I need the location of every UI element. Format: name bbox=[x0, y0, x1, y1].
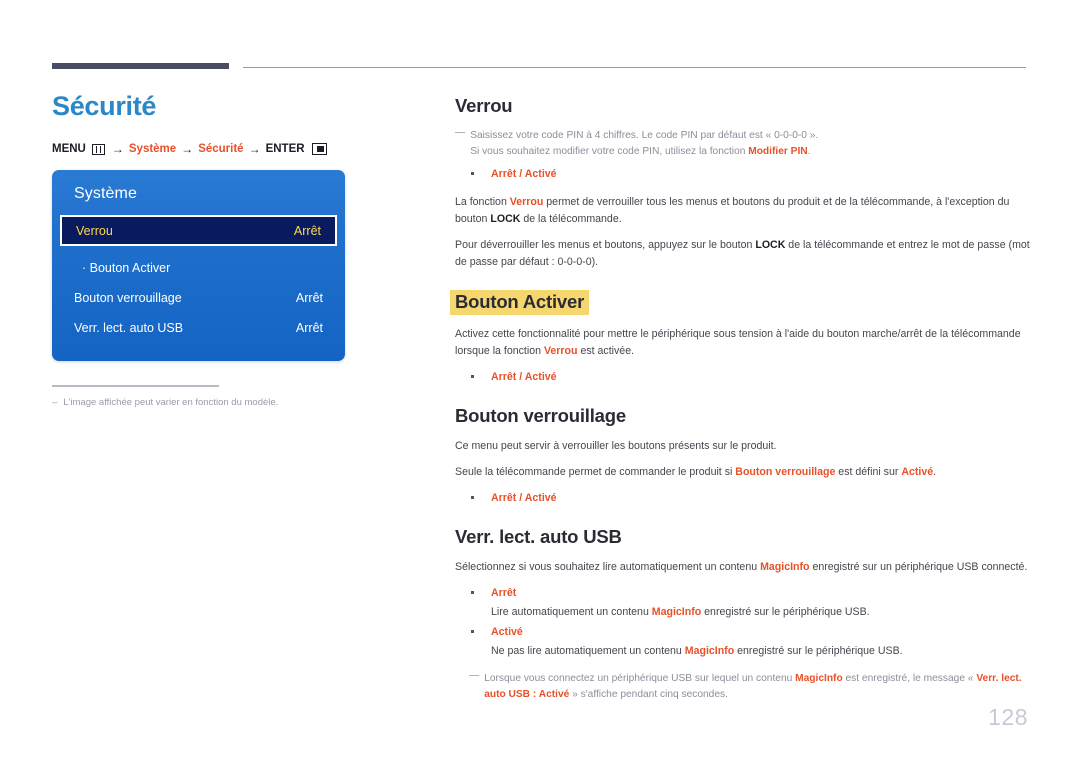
section-bouton-verrouillage-options: Arrêt / Activé bbox=[455, 490, 1030, 506]
para-frag: est activée. bbox=[577, 345, 635, 358]
note-dash: — bbox=[469, 670, 480, 682]
osd-row-verr-lect-auto-usb-label: Verr. lect. auto USB bbox=[74, 321, 184, 336]
note-text: Saisissez votre code PIN à 4 chiffres. L… bbox=[470, 128, 1030, 159]
note-line-2a: Si vous souhaitez modifier votre code PI… bbox=[470, 145, 749, 157]
term-verrou: Verrou bbox=[509, 196, 544, 209]
option-label: Arrêt bbox=[491, 586, 517, 599]
section-verr-lect-auto-usb-para-1: Sélectionnez si vous souhaitez lire auto… bbox=[455, 559, 1030, 576]
option-label: Activé bbox=[491, 625, 523, 638]
note-line-1: Saisissez votre code PIN à 4 chiffres. L… bbox=[470, 130, 819, 141]
osd-row-bouton-verrouillage-value: Arrêt bbox=[295, 291, 323, 306]
section-verrou-note: — Saisissez votre code PIN à 4 chiffres.… bbox=[455, 127, 1030, 159]
menu-grid-icon bbox=[91, 143, 105, 155]
right-column: Verrou — Saisissez votre code PIN à 4 ch… bbox=[450, 95, 1030, 722]
para-frag: Lorsque vous connectez un périphérique U… bbox=[484, 673, 796, 685]
note-line-2c: . bbox=[807, 145, 811, 157]
osd-panel-systeme: Système Verrou Arrêt Bouton Activer Bout… bbox=[52, 170, 345, 362]
note-link-modifier-pin: Modifier PIN bbox=[748, 145, 808, 157]
osd-row-bouton-verrouillage[interactable]: Bouton verrouillage Arrêt bbox=[52, 283, 345, 313]
section-bouton-activer-heading: Bouton Activer bbox=[450, 290, 590, 316]
header-divider-line bbox=[243, 67, 1026, 68]
left-note-divider bbox=[52, 385, 219, 388]
osd-row-verr-lect-auto-usb[interactable]: Verr. lect. auto USB Arrêt bbox=[52, 313, 345, 343]
section-verrou-para-1: La fonction Verrou permet de verrouiller… bbox=[455, 194, 1030, 227]
osd-row-bouton-activer[interactable]: Bouton Activer bbox=[52, 253, 345, 283]
page-number: 128 bbox=[988, 704, 1028, 730]
para-frag: de la télécommande. bbox=[520, 213, 622, 226]
path-arrow-2: → bbox=[181, 142, 194, 157]
para-frag: Lire automatiquement un contenu bbox=[491, 606, 652, 619]
term-magicinfo: MagicInfo bbox=[760, 561, 810, 574]
section-bouton-verrouillage-para-2: Seule la télécommande permet de commande… bbox=[455, 464, 1030, 481]
top-rules bbox=[0, 63, 1080, 73]
option-item: Arrêt / Activé bbox=[469, 369, 1030, 385]
para-frag: enregistré sur un périphérique USB conne… bbox=[809, 561, 1028, 574]
osd-spacer-1 bbox=[52, 246, 345, 253]
para-frag: Sélectionnez si vous souhaitez lire auto… bbox=[455, 561, 761, 574]
osd-row-verrou-label: Verrou bbox=[76, 223, 113, 238]
note-text: Lorsque vous connectez un périphérique U… bbox=[484, 671, 1030, 702]
section-verrou-para-2: Pour déverrouiller les menus et boutons,… bbox=[455, 237, 1030, 270]
osd-row-bouton-verrouillage-label: Bouton verrouillage bbox=[74, 291, 182, 306]
para-frag: Seule la télécommande permet de commande… bbox=[455, 465, 736, 478]
term-active: Activé bbox=[901, 465, 934, 478]
para-frag: enregistré sur le périphérique USB. bbox=[701, 606, 870, 619]
section-verr-lect-auto-usb-heading: Verr. lect. auto USB bbox=[455, 526, 622, 548]
term-magicinfo: MagicInfo bbox=[795, 673, 843, 685]
para-frag: Ne pas lire automatiquement un contenu bbox=[491, 645, 685, 658]
section-verr-lect-auto-usb-note: — Lorsque vous connectez un périphérique… bbox=[469, 671, 1030, 702]
para-frag: est défini sur bbox=[835, 465, 902, 478]
section-bouton-verrouillage: Bouton verrouillage Ce menu peut servir … bbox=[455, 405, 1030, 506]
term-verrou: Verrou bbox=[543, 345, 578, 358]
enter-key-icon bbox=[311, 143, 327, 156]
para-frag: Pour déverrouiller les menus et boutons,… bbox=[455, 238, 756, 251]
term-bouton-verrouillage: Bouton verrouillage bbox=[735, 465, 836, 478]
para-frag: La fonction bbox=[455, 196, 510, 209]
term-lock: LOCK bbox=[755, 238, 786, 251]
option-item: Arrêt / Activé bbox=[469, 166, 1030, 182]
section-verr-lect-auto-usb: Verr. lect. auto USB Sélectionnez si vou… bbox=[455, 526, 1030, 702]
menu-path-step-securite[interactable]: Sécurité bbox=[198, 143, 243, 155]
left-note-text: L'image affichée peut varier en fonction… bbox=[63, 397, 279, 409]
term-magicinfo: MagicInfo bbox=[684, 645, 735, 658]
section-verr-lect-auto-usb-options: Arrêt Lire automatiquement un contenu Ma… bbox=[455, 585, 1030, 660]
left-column: Sécurité MENU → Système → Sécurité → ENT… bbox=[52, 92, 412, 410]
osd-panel-title: Système bbox=[74, 185, 137, 203]
menu-path-step-systeme[interactable]: Système bbox=[129, 143, 176, 155]
option-item-active: Activé Ne pas lire automatiquement un co… bbox=[469, 624, 1030, 660]
osd-row-verrou[interactable]: Verrou Arrêt bbox=[60, 215, 337, 247]
section-bouton-activer-options: Arrêt / Activé bbox=[455, 369, 1030, 385]
para-frag: . bbox=[933, 465, 937, 478]
option-description: Ne pas lire automatiquement un contenu M… bbox=[491, 643, 1030, 659]
osd-row-bouton-activer-label: Bouton Activer bbox=[82, 261, 171, 275]
para-frag: est enregistré, le message « bbox=[842, 673, 977, 685]
para-frag: enregistré sur le périphérique USB. bbox=[734, 645, 903, 658]
section-bouton-activer: Bouton Activer Activez cette fonctionnal… bbox=[450, 290, 1030, 385]
osd-row-verr-lect-auto-usb-value: Arrêt bbox=[295, 321, 323, 336]
section-bouton-activer-para-1: Activez cette fonctionnalité pour mettre… bbox=[455, 326, 1030, 359]
left-note-dash: ‒ bbox=[52, 397, 58, 409]
section-verrou-options: Arrêt / Activé bbox=[455, 166, 1030, 182]
section-bouton-verrouillage-heading: Bouton verrouillage bbox=[455, 405, 626, 427]
note-dash: — bbox=[455, 127, 466, 138]
page-title: Sécurité bbox=[52, 91, 157, 121]
left-note: ‒ L'image affichée peut varier en foncti… bbox=[52, 396, 412, 409]
option-description: Lire automatiquement un contenu MagicInf… bbox=[491, 604, 1030, 620]
osd-row-verrou-value: Arrêt bbox=[293, 223, 321, 238]
menu-path-prefix: MENU bbox=[52, 143, 86, 156]
menu-path-breadcrumb: MENU → Système → Sécurité → ENTER bbox=[52, 142, 412, 156]
menu-path-enter-label: ENTER bbox=[265, 143, 305, 156]
path-arrow-1: → bbox=[111, 142, 124, 157]
header-accent-bar bbox=[52, 63, 229, 69]
term-lock: LOCK bbox=[490, 213, 521, 226]
section-verrou-heading: Verrou bbox=[455, 95, 513, 116]
para-frag: Activez cette fonctionnalité pour mettre… bbox=[455, 328, 1021, 358]
para-frag: » s'affiche pendant cinq secondes. bbox=[569, 688, 728, 700]
term-magicinfo: MagicInfo bbox=[651, 606, 702, 619]
section-verrou: Verrou — Saisissez votre code PIN à 4 ch… bbox=[455, 95, 1030, 270]
section-bouton-verrouillage-para-1: Ce menu peut servir à verrouiller les bo… bbox=[455, 440, 777, 453]
option-item: Arrêt / Activé bbox=[469, 490, 1030, 506]
option-item-arret: Arrêt Lire automatiquement un contenu Ma… bbox=[469, 585, 1030, 621]
path-arrow-3: → bbox=[248, 142, 261, 157]
